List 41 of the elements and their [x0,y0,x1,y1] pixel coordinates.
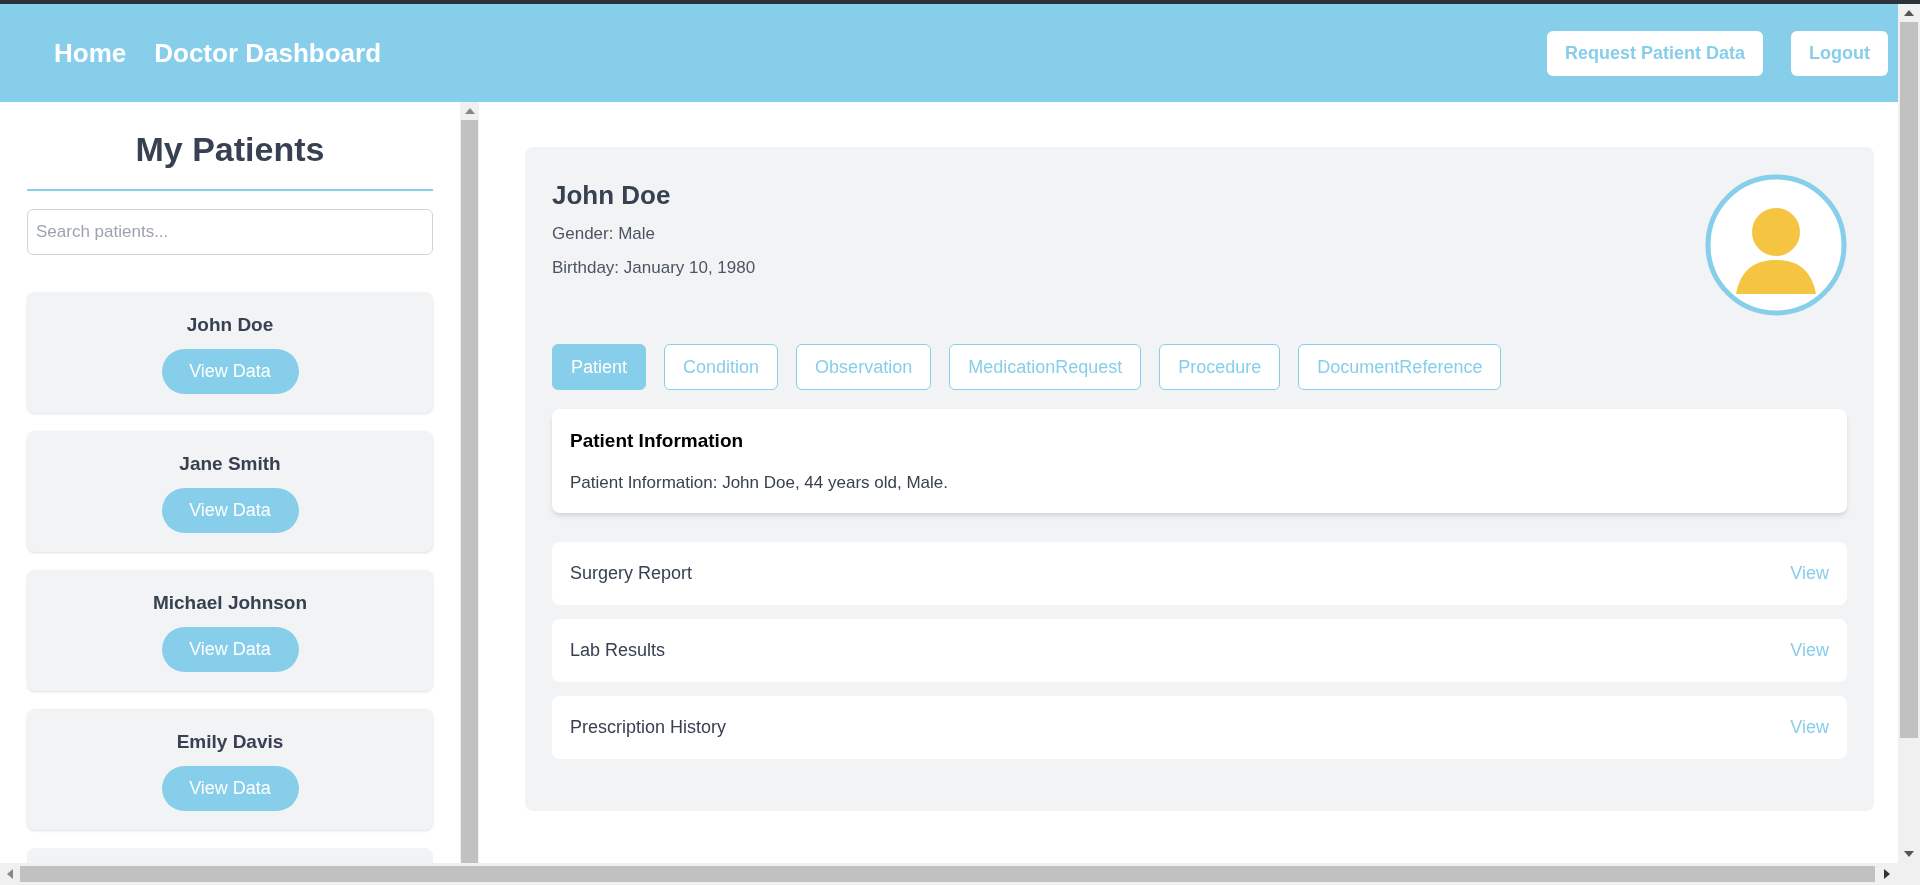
view-data-button[interactable]: View Data [161,766,299,812]
resource-tab[interactable]: Patient [552,344,647,390]
horizontal-scrollbar[interactable] [0,863,1920,885]
info-text: Patient Information: John Doe, 44 years old, Male. [570,471,949,494]
resource-tab[interactable]: DocumentReference [1298,344,1502,390]
patient-name-heading: John Doe [552,179,672,212]
document-title: Lab Results [570,639,666,662]
document-title: Surgery Report [570,562,693,585]
gender-text: Gender: Male [552,223,656,245]
view-link[interactable]: View [1790,714,1829,741]
scroll-right-icon[interactable] [1884,869,1890,879]
scroll-thumb[interactable] [1900,22,1918,738]
avatar-icon [1705,174,1847,316]
nav-button[interactable]: Logout [1791,30,1888,76]
patient-name: John Doe [186,312,274,337]
resource-tab[interactable]: MedicationRequest [949,344,1142,390]
scroll-left-icon[interactable] [7,869,13,879]
nav-button[interactable]: Request Patient Data [1546,30,1763,76]
search-field[interactable]: Search patients... [27,209,433,255]
nav-link[interactable]: Doctor Dashboard [154,33,382,73]
view-data-button[interactable]: View Data [161,349,299,395]
document-title: Prescription History [570,716,727,739]
scroll-thumb[interactable] [20,866,1875,882]
view-link[interactable]: View [1790,637,1829,664]
nav-link[interactable]: Home [54,33,127,73]
sidebar-title: My Patients [27,102,433,191]
birthday-text: Birthday: January 10, 1980 [552,256,756,279]
scroll-up-icon[interactable] [464,108,475,114]
view-data-button[interactable]: View Data [161,627,299,673]
patient-name: Michael Johnson [152,590,308,615]
resource-tab[interactable]: Observation [796,344,932,390]
info-title: Patient Information [570,429,745,453]
resource-tab[interactable]: Procedure [1159,344,1281,390]
scroll-up-icon[interactable] [1904,10,1914,16]
view-link[interactable]: View [1790,560,1829,587]
resource-tab[interactable]: Condition [664,344,779,390]
page-scrollbar[interactable] [1898,4,1920,863]
view-data-button[interactable]: View Data [161,488,299,534]
patient-name: Jane Smith [179,451,281,476]
scroll-down-icon[interactable] [1904,851,1914,857]
patient-name: Emily Davis [176,729,284,754]
